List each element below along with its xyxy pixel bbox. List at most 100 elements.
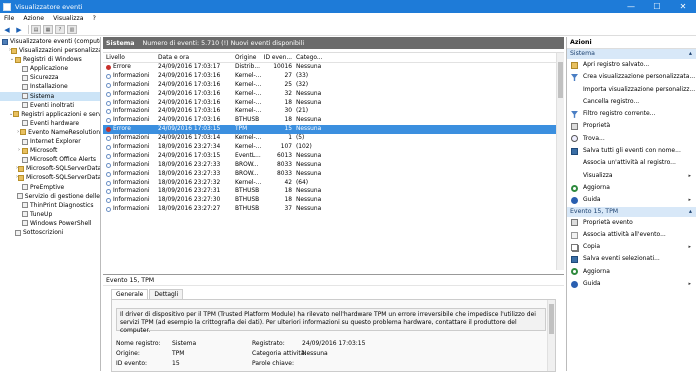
column-level[interactable]: Livello bbox=[103, 53, 155, 62]
cell-level: Informazioni bbox=[103, 134, 155, 143]
action-item[interactable]: Proprietà bbox=[567, 120, 696, 132]
toolbar-separator bbox=[28, 25, 29, 34]
value-category: Nessuna bbox=[302, 350, 328, 357]
table-row[interactable]: Informazioni 18/09/2016 23:27:33 BROW... 80… bbox=[103, 161, 564, 170]
tree-item[interactable]: TuneUp bbox=[0, 210, 100, 219]
tree-item[interactable]: PreEmptive bbox=[0, 183, 100, 192]
table-row[interactable]: Informazioni 24/09/2016 17:03:16 Kernel-..… bbox=[103, 99, 564, 108]
action-item[interactable]: Apri registro salvato... bbox=[567, 59, 696, 71]
action-item[interactable]: Trova... bbox=[567, 133, 696, 145]
minimize-button[interactable]: — bbox=[618, 0, 644, 13]
close-button[interactable]: ✕ bbox=[670, 0, 696, 13]
action-item-label: Trova... bbox=[583, 134, 605, 142]
maximize-button[interactable]: ☐ bbox=[644, 0, 670, 13]
column-source[interactable]: Origine bbox=[233, 53, 262, 62]
tree-item[interactable]: › Microsoft-SQLServerDataT bbox=[0, 173, 100, 182]
menu-help[interactable]: ? bbox=[93, 15, 96, 22]
tree-item[interactable]: ⌄ Registri applicazioni e servizi bbox=[0, 110, 100, 119]
action-item[interactable]: Guida ▸ bbox=[567, 278, 696, 290]
table-row[interactable]: Errore 24/09/2016 17:03:17 Distrib... 10016… bbox=[103, 63, 564, 72]
back-arrow-icon[interactable]: ◀ bbox=[2, 25, 12, 34]
tree-item[interactable]: Applicazione bbox=[0, 64, 100, 73]
cell-source: BROW... bbox=[235, 161, 259, 168]
tree-item[interactable]: Sottoscrizioni bbox=[0, 228, 100, 237]
table-row[interactable]: Informazioni 18/09/2016 23:27:31 BTHUSB 18 N… bbox=[103, 187, 564, 196]
table-row[interactable]: Informazioni 24/09/2016 17:03:16 Kernel-..… bbox=[103, 107, 564, 116]
show-hide-tree-icon[interactable]: ▤ bbox=[31, 25, 41, 34]
save-icon bbox=[571, 147, 578, 155]
collapse-icon[interactable]: ▴ bbox=[689, 49, 692, 59]
scrollbar-thumb[interactable] bbox=[558, 62, 563, 98]
table-row[interactable]: Informazioni 24/09/2016 17:03:16 BTHUSB 18 N… bbox=[103, 116, 564, 125]
forward-arrow-icon[interactable]: ▶ bbox=[14, 25, 24, 34]
column-event-id[interactable]: ID even... bbox=[262, 53, 294, 62]
action-item[interactable]: Salva tutti gli eventi con nome... bbox=[567, 145, 696, 157]
table-row[interactable]: Informazioni 24/09/2016 17:03:16 Kernel-..… bbox=[103, 81, 564, 90]
tree-item[interactable]: › Evento NameResolution bbox=[0, 128, 100, 137]
tree-item[interactable]: Windows PowerShell bbox=[0, 219, 100, 228]
action-item[interactable]: Aggiorna bbox=[567, 266, 696, 278]
menu-azione[interactable]: Azione bbox=[23, 15, 44, 22]
tree-item[interactable]: ThinPrint Diagnostics bbox=[0, 201, 100, 210]
actions-section-event[interactable]: Evento 15, TPM ▴ bbox=[567, 206, 696, 217]
action-item[interactable]: Importa visualizzazione personalizz... bbox=[567, 84, 696, 96]
table-row[interactable]: Informazioni 18/09/2016 23:27:32 Kernel-..… bbox=[103, 179, 564, 188]
action-item[interactable]: Aggiorna bbox=[567, 182, 696, 194]
tree-item[interactable]: Servizio di gestione delle bbox=[0, 192, 100, 201]
action-item[interactable]: Cancella registro... bbox=[567, 96, 696, 108]
cell-category: (64) bbox=[296, 179, 309, 186]
properties-icon[interactable]: ▦ bbox=[43, 25, 53, 34]
detail-scrollbar-thumb[interactable] bbox=[549, 304, 554, 334]
tab-generale[interactable]: Generale bbox=[111, 289, 149, 299]
tree-item[interactable]: ⌄ Registri di Windows bbox=[0, 55, 100, 64]
table-row[interactable]: Errore 24/09/2016 17:03:15 TPM 15 Nessuna bbox=[103, 125, 564, 135]
action-item[interactable]: Salva eventi selezionati... bbox=[567, 253, 696, 265]
table-row[interactable]: Informazioni 24/09/2016 17:03:16 Kernel-..… bbox=[103, 90, 564, 99]
table-row[interactable]: Informazioni 18/09/2016 23:27:34 Kernel-..… bbox=[103, 143, 564, 152]
action-item[interactable]: Crea visualizzazione personalizzata... bbox=[567, 71, 696, 83]
help-icon[interactable]: ? bbox=[55, 25, 65, 34]
tree-item[interactable]: Installazione bbox=[0, 82, 100, 91]
table-row[interactable]: Informazioni 18/09/2016 23:27:33 BROW... 80… bbox=[103, 170, 564, 179]
table-row[interactable]: Informazioni 24/09/2016 17:03:15 EventL...… bbox=[103, 152, 564, 161]
action-pane-icon[interactable]: ▥ bbox=[67, 25, 77, 34]
collapse-icon[interactable]: ▴ bbox=[689, 207, 692, 217]
actions-section-log[interactable]: Sistema ▴ bbox=[567, 49, 696, 59]
tree-item[interactable]: Eventi inoltrati bbox=[0, 101, 100, 110]
tree-item[interactable]: Sicurezza bbox=[0, 73, 100, 82]
tree-item[interactable]: › Visualizzazioni personalizzat bbox=[0, 46, 100, 55]
info-icon bbox=[106, 100, 111, 106]
column-category[interactable]: Catego... bbox=[294, 53, 324, 62]
tree-item[interactable]: Eventi hardware bbox=[0, 119, 100, 128]
tab-dettagli[interactable]: Dettagli bbox=[149, 289, 184, 299]
column-date[interactable]: Data e ora bbox=[155, 53, 233, 62]
menu-visualizza[interactable]: Visualizza bbox=[53, 15, 83, 22]
action-item[interactable]: Associa un'attività al registro... bbox=[567, 157, 696, 169]
folder-icon bbox=[13, 111, 20, 118]
none-icon bbox=[571, 99, 578, 106]
event-table-scrollbar[interactable] bbox=[556, 53, 564, 270]
cell-level-text: Errore bbox=[113, 126, 131, 133]
submenu-arrow-icon: ▸ bbox=[688, 197, 691, 204]
tree-item[interactable]: Sistema bbox=[0, 91, 100, 101]
menu-file[interactable]: File bbox=[4, 15, 14, 22]
table-row[interactable]: Informazioni 18/09/2016 23:27:30 BTHUSB 18 N… bbox=[103, 196, 564, 205]
table-row[interactable]: Informazioni 24/09/2016 17:03:16 Kernel-..… bbox=[103, 72, 564, 81]
action-item[interactable]: Associa attività all'evento... bbox=[567, 229, 696, 241]
tree-item[interactable]: Internet Explorer bbox=[0, 137, 100, 146]
tree-item[interactable]: › Microsoft-SQLServerDataT bbox=[0, 164, 100, 173]
action-item[interactable]: Copia ▸ bbox=[567, 241, 696, 253]
action-item[interactable]: Proprietà evento bbox=[567, 217, 696, 229]
action-item[interactable]: Visualizza ▸ bbox=[567, 170, 696, 182]
detail-scrollbar[interactable] bbox=[547, 300, 555, 371]
cell-category: Nessuna bbox=[296, 64, 322, 70]
table-row[interactable]: Informazioni 24/09/2016 17:03:14 Kernel-..… bbox=[103, 134, 564, 143]
action-item[interactable]: Filtro registro corrente... bbox=[567, 108, 696, 120]
action-item[interactable]: Guida ▸ bbox=[567, 194, 696, 206]
tree-item[interactable]: › Microsoft bbox=[0, 146, 100, 155]
submenu-arrow-icon: ▸ bbox=[688, 281, 691, 288]
tree-item[interactable]: Microsoft Office Alerts bbox=[0, 155, 100, 164]
action-item-label: Importa visualizzazione personalizz... bbox=[583, 85, 696, 93]
tree-item[interactable]: Visualizzatore eventi (computer bbox=[0, 37, 100, 46]
table-row[interactable]: Informazioni 18/09/2016 23:27:27 BTHUSB 37 N… bbox=[103, 205, 564, 214]
